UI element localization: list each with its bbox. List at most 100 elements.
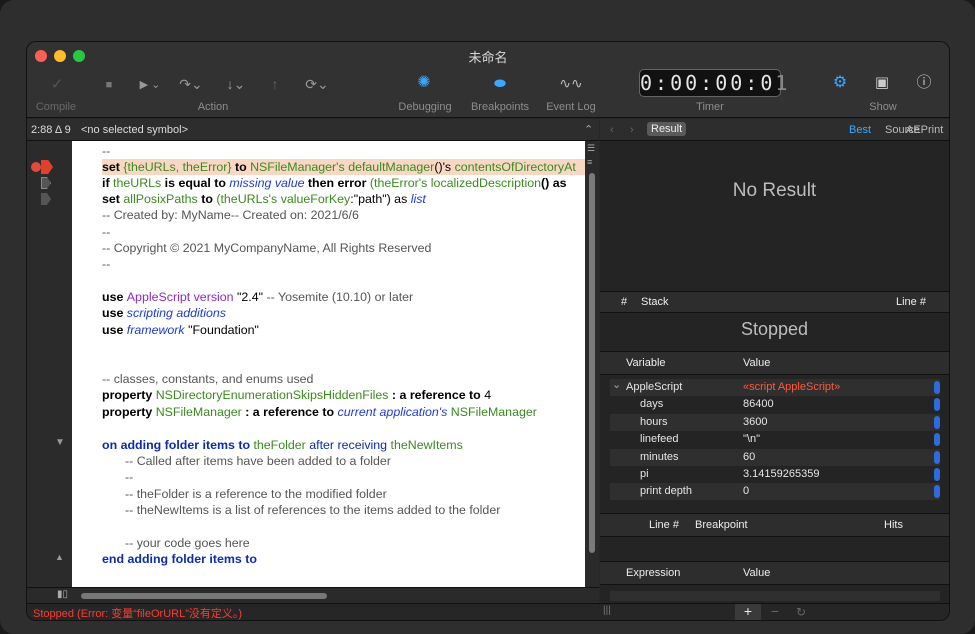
code-line: -- [102, 225, 111, 239]
current-line-arrow-icon [41, 160, 53, 174]
stop-icon[interactable]: ■ [99, 76, 119, 94]
info-icon[interactable]: ⓘ [913, 74, 935, 92]
list-icon[interactable]: ≡ [587, 157, 592, 167]
variable-name: pi [640, 468, 649, 480]
stopped-label: Stopped [740, 319, 809, 339]
frame-marker-icon [41, 177, 51, 189]
code-line: if theURLs is equal to missing value the… [102, 176, 567, 190]
timer-label: Timer [696, 101, 724, 113]
grip-icon[interactable]: ||| [603, 605, 611, 616]
code-line: -- theFolder is a reference to the modif… [125, 487, 387, 501]
timer-display: 0:00:00:01 [639, 69, 791, 97]
toolbar: 未命名 ✓ Compile ■ ▶ ⌄ ↷⌄ ↓⌄ ↑ ⟳⌄ Action ✺ … [27, 42, 949, 118]
disclosure-icon[interactable]: ⌄ [612, 377, 621, 394]
hits-column: Hits [884, 519, 903, 531]
tab-result[interactable]: Result [647, 122, 687, 136]
variable-value: 60 [743, 450, 756, 463]
code-line: -- Created by: MyName-- Created on: 2021… [102, 208, 359, 222]
bp-line-column: Line # [649, 519, 679, 531]
back-chevron-icon[interactable]: ‹ [610, 124, 614, 136]
vertical-scrollbar[interactable]: ☰ ≡ [585, 141, 599, 587]
remove-expression-button[interactable]: − [763, 604, 787, 620]
variable-column: Variable [626, 357, 666, 369]
cursor-position: 2:88 Δ 9 [31, 124, 71, 136]
value-indicator [934, 468, 940, 481]
code-line: -- Called after items have been added to… [125, 454, 391, 468]
value-indicator [934, 433, 940, 447]
step-out-icon[interactable]: ↑ [265, 75, 285, 93]
run-icon[interactable]: ▶ ⌄ [137, 76, 163, 94]
code-line: use framework "Foundation" [102, 323, 259, 337]
horizontal-scrollbar[interactable]: ▮▯ [27, 587, 599, 603]
variable-row[interactable]: pi 3.14159265359 [610, 466, 940, 483]
status-bar: Stopped (Error: 变量“fileOrURL”没有定义。) ||| … [27, 603, 949, 620]
variable-name: AppleScript [626, 381, 683, 393]
action-label: Action [197, 101, 229, 113]
variable-row[interactable]: print depth 0 [610, 483, 940, 501]
script-editor-window: 未命名 ✓ Compile ■ ▶ ⌄ ↷⌄ ↓⌄ ↑ ⟳⌄ Action ✺ … [27, 42, 949, 620]
symbol-popup[interactable]: <no selected symbol> [81, 119, 188, 141]
event-log-label: Event Log [546, 101, 596, 113]
frame-marker-icon [41, 193, 51, 205]
expression-row[interactable] [610, 591, 940, 601]
stack-index-column: # [621, 296, 628, 308]
editor-area: 2:88 Δ 9 <no selected symbol> ⌃ ▼ ▲ -- s… [27, 119, 599, 603]
line-gutter[interactable]: ▼ ▲ [27, 141, 72, 587]
vertical-scroll-thumb[interactable] [589, 173, 595, 553]
horizontal-scroll-thumb[interactable] [81, 593, 327, 599]
variable-row[interactable]: days 86400 [610, 396, 940, 413]
split-view-icon[interactable]: ☰ [587, 143, 595, 154]
variable-value: 0 [743, 485, 750, 498]
compile-label: Compile [35, 101, 77, 113]
show-label: Show [869, 101, 897, 113]
sidebar-toggle-icon[interactable]: ▮▯ [57, 589, 68, 600]
no-result-text: No Result [732, 180, 817, 201]
tab-best[interactable]: Best [849, 124, 871, 136]
refresh-icon[interactable]: ↻ [789, 604, 813, 620]
navigation-bar: 2:88 Δ 9 <no selected symbol> ⌃ [27, 119, 599, 141]
tab-aeprint[interactable]: AEPrint [906, 124, 943, 136]
variable-row[interactable]: minutes 60 [610, 448, 940, 466]
breakpoint-marker-icon[interactable] [31, 162, 41, 172]
variable-name: minutes [640, 450, 679, 463]
event-log-icon[interactable]: ∿∿ [557, 74, 585, 92]
breakpoints-label: Breakpoints [470, 101, 530, 113]
popup-chevron-icon[interactable]: ⌃ [584, 119, 593, 141]
gear-icon[interactable]: ⚙ [829, 74, 851, 92]
variable-row[interactable]: ⌄ AppleScript «script AppleScript» [610, 379, 940, 396]
variable-value: "\n" [743, 433, 760, 446]
code-line: use scripting additions [102, 306, 226, 320]
code-line: -- [102, 257, 111, 271]
value-indicator [934, 415, 940, 429]
stack-line-column: Line # [896, 296, 926, 308]
value-indicator [934, 381, 940, 394]
add-expression-button[interactable]: + [735, 604, 761, 620]
stack-column: Stack [641, 296, 669, 308]
variable-value: 3.14159265359 [743, 468, 820, 480]
code-line: end adding folder items to [102, 552, 257, 566]
variable-name: days [640, 398, 664, 411]
bug-icon[interactable]: ✺ [413, 74, 435, 92]
variable-row[interactable]: hours 3600 [610, 413, 940, 431]
breakpoints-header: Line # Breakpoint Hits [600, 513, 949, 537]
variable-row[interactable]: linefeed "\n" [610, 431, 940, 448]
fold-down-icon[interactable]: ▼ [55, 437, 65, 448]
forward-chevron-icon[interactable]: › [630, 124, 634, 136]
step-into-icon[interactable]: ↓⌄ [222, 75, 250, 93]
value-indicator [934, 450, 940, 464]
step-over-icon[interactable]: ↷⌄ [177, 75, 205, 93]
expression-column: Expression [626, 567, 681, 579]
code-line: use AppleScript version "2.4" -- Yosemit… [102, 290, 414, 304]
code-line: property NSFileManager : a reference to … [102, 405, 537, 419]
value-indicator [934, 485, 940, 499]
code-line-highlighted: set {theURLs, theError} to NSFileManager… [102, 159, 585, 175]
checkmark-icon[interactable]: ✓ [45, 76, 69, 94]
fold-up-icon[interactable]: ▲ [55, 552, 64, 562]
code-line: -- [125, 470, 134, 484]
toolbox-icon[interactable]: ▣ [871, 74, 893, 92]
expressions-header: Expression Value [600, 561, 949, 585]
resume-icon[interactable]: ⟳⌄ [302, 75, 332, 93]
code-editor[interactable]: -- set {theURLs, theError} to NSFileMana… [72, 141, 585, 587]
value-indicator [934, 398, 940, 412]
breakpoint-icon[interactable]: ⬬ [489, 74, 511, 92]
